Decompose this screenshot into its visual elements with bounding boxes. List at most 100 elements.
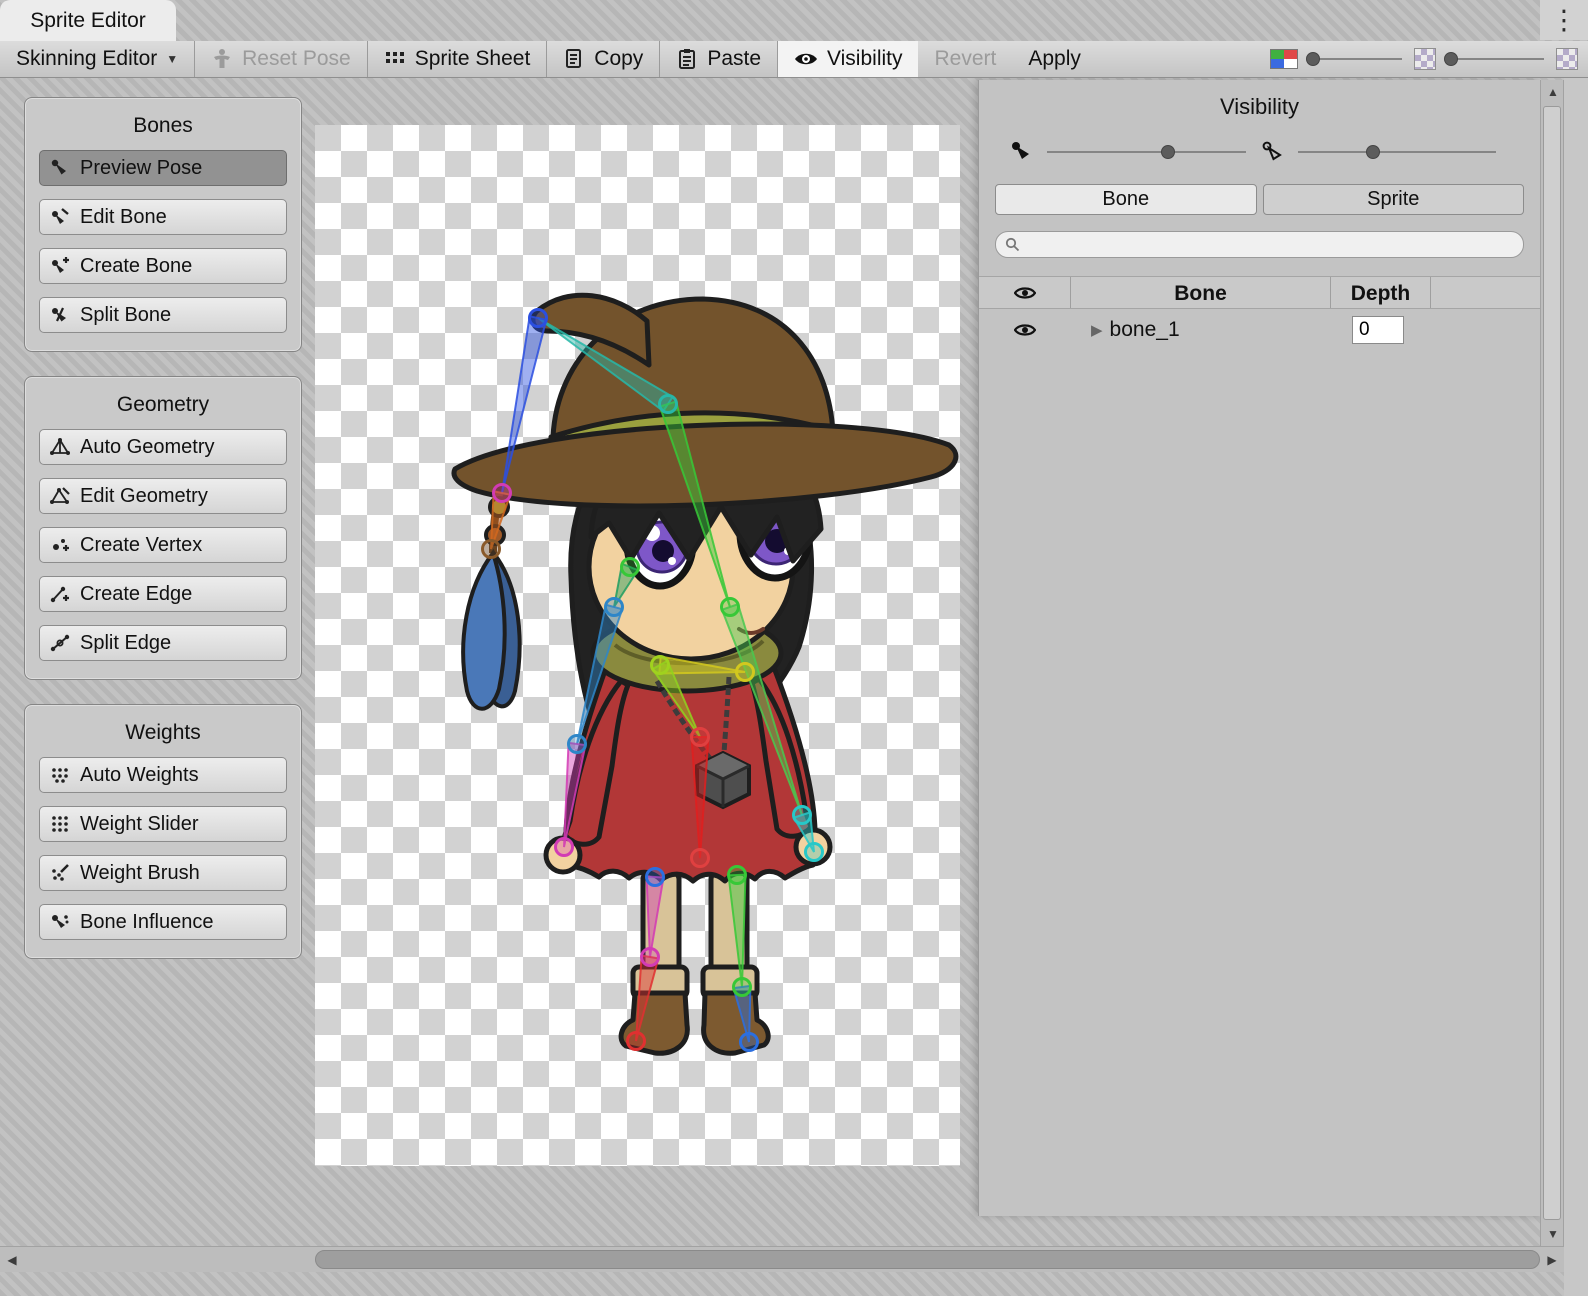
weight-brush-icon [50,863,70,883]
bone-outline-icon [1260,140,1284,164]
horizontal-scroll-track[interactable] [24,1247,1540,1272]
auto-weights-icon [50,765,70,785]
tab-bone[interactable]: Bone [995,184,1257,215]
search-icon [1005,237,1020,252]
paste-button[interactable]: Paste [660,41,777,77]
auto-weights-button[interactable]: Auto Weights [39,757,287,793]
edit-geometry-icon [50,486,70,506]
create-edge-button[interactable]: Create Edge [39,576,287,612]
person-icon [211,48,233,70]
visibility-tabs: Bone Sprite [979,184,1540,231]
toolbar: Skinning Editor ▼ Reset Pose Sprite Shee… [0,41,1588,78]
geometry-group: Geometry Auto Geometry Edit Geometry Cre… [24,376,302,680]
weight-slider-button[interactable]: Weight Slider [39,806,287,842]
alpha-slider-knob[interactable] [1444,52,1458,66]
auto-geometry-icon [50,437,70,457]
bone-table-header: Bone Depth [979,276,1540,309]
disclosure-triangle[interactable]: ▶ [1091,321,1103,339]
visibility-all-toggle[interactable] [979,277,1071,308]
bones-group-title: Bones [39,106,287,150]
revert-button[interactable]: Revert [918,41,1012,77]
bone-table-row[interactable]: ▶ bone_1 [979,309,1540,351]
vertical-scroll-track[interactable] [1541,104,1563,1222]
bone-influence-icon [50,912,70,932]
apply-button[interactable]: Apply [1012,41,1097,77]
zoom-slider-knob[interactable] [1306,52,1320,66]
copy-icon [563,48,585,70]
sprite-opacity-knob[interactable] [1366,145,1380,159]
visibility-sliders [979,140,1540,184]
edit-geometry-button[interactable]: Edit Geometry [39,478,287,514]
split-bone-icon [50,305,70,325]
auto-geometry-button[interactable]: Auto Geometry [39,429,287,465]
bone-name: bone_1 [1110,318,1180,342]
eye-icon [1014,285,1036,301]
right-gutter [1564,41,1588,1296]
bone-opacity-slider[interactable] [1047,151,1246,153]
tool-panels: Bones Preview Pose Edit Bone Create Bone [24,97,302,959]
bone-filled-icon [1009,140,1033,164]
grid-icon [384,48,406,70]
edit-bone-button[interactable]: Edit Bone [39,199,287,235]
visibility-panel-title: Visibility [979,80,1540,140]
bone-influence-button[interactable]: Bone Influence [39,904,287,940]
skinning-editor-label: Skinning Editor [16,47,157,71]
weights-group-title: Weights [39,713,287,757]
search-box[interactable] [995,231,1524,258]
zoom-slider[interactable] [1310,58,1402,60]
vertical-scrollbar[interactable]: ▲ ▼ [1540,80,1564,1246]
alpha-slider[interactable] [1448,58,1544,60]
sprite-canvas[interactable] [315,125,960,1166]
eye-icon [1014,322,1036,338]
color-swatch-icon[interactable] [1270,49,1298,69]
column-header-depth: Depth [1331,277,1431,308]
scroll-left-arrow[interactable]: ◀ [0,1248,24,1272]
scroll-right-arrow[interactable]: ▶ [1540,1248,1564,1272]
create-edge-icon [50,584,70,604]
toolbar-right-controls [1270,41,1588,77]
skinning-editor-dropdown[interactable]: Skinning Editor ▼ [0,41,194,77]
split-edge-icon [50,633,70,653]
vertical-scroll-thumb[interactable] [1543,106,1561,1220]
create-bone-icon [50,256,70,276]
bones-group: Bones Preview Pose Edit Bone Create Bone [24,97,302,352]
search-input[interactable] [1026,235,1514,255]
eye-icon [794,50,818,68]
split-edge-button[interactable]: Split Edge [39,625,287,661]
depth-input[interactable] [1352,316,1404,344]
checker-large-icon [1556,48,1578,70]
weight-brush-button[interactable]: Weight Brush [39,855,287,891]
sprite-sheet-button[interactable]: Sprite Sheet [368,41,547,77]
geometry-group-title: Geometry [39,385,287,429]
create-bone-button[interactable]: Create Bone [39,248,287,284]
horizontal-scroll-thumb[interactable] [315,1250,1540,1269]
tab-sprite[interactable]: Sprite [1263,184,1525,215]
tab-sprite-editor[interactable]: Sprite Editor [0,0,176,41]
reset-pose-button[interactable]: Reset Pose [195,41,367,77]
create-vertex-button[interactable]: Create Vertex [39,527,287,563]
column-header-bone: Bone [1071,277,1331,308]
scrollbar-corner [1564,1246,1588,1296]
tab-title: Sprite Editor [30,9,146,33]
clipboard-icon [676,48,698,70]
visibility-panel: Visibility Bone Sprite [978,80,1540,1216]
preview-pose-icon [50,158,70,178]
horizontal-scrollbar[interactable]: ◀ ▶ [0,1246,1564,1272]
scroll-up-arrow[interactable]: ▲ [1541,80,1565,104]
copy-button[interactable]: Copy [547,41,659,77]
create-vertex-icon [50,535,70,555]
chevron-down-icon: ▼ [166,52,178,66]
edit-bone-icon [50,207,70,227]
weights-group: Weights Auto Weights Weight Slider Weigh… [24,704,302,959]
visibility-toggle-button[interactable]: Visibility [778,41,918,77]
checker-small-icon [1414,48,1436,70]
weight-slider-icon [50,814,70,834]
sprite-opacity-slider[interactable] [1298,151,1497,153]
character-sprite [315,125,960,1166]
bone-opacity-knob[interactable] [1161,145,1175,159]
split-bone-button[interactable]: Split Bone [39,297,287,333]
kebab-menu-icon[interactable]: ⋮ [1540,0,1588,40]
preview-pose-button[interactable]: Preview Pose [39,150,287,186]
scroll-down-arrow[interactable]: ▼ [1541,1222,1565,1246]
row-visibility-toggle[interactable] [979,309,1071,351]
